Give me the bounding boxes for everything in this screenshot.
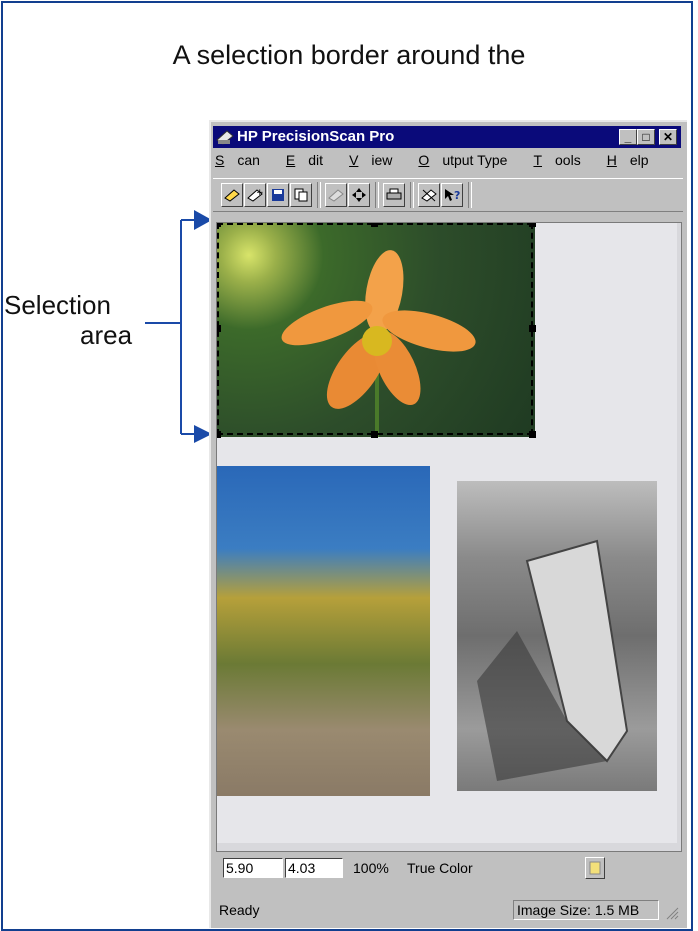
scanner-app-icon [216, 130, 234, 145]
print-button[interactable] [383, 183, 405, 207]
copy-button[interactable] [290, 183, 312, 207]
toolbar-separator [375, 182, 379, 208]
zoom-level: 100% [353, 860, 389, 876]
menu-output-type[interactable]: Output Type [418, 152, 520, 172]
tools-button[interactable] [418, 183, 440, 207]
scan-button[interactable] [221, 183, 243, 207]
selection-marquee[interactable] [217, 223, 533, 435]
title-bar[interactable]: HP PrecisionScan Pro _ □ ✕ [213, 126, 681, 148]
width-field[interactable]: 5.90 [223, 858, 283, 878]
photo-trees [217, 466, 430, 796]
resize-handle-right[interactable] [529, 325, 536, 332]
menu-view[interactable]: View [349, 152, 405, 172]
add-scan-icon: + [247, 188, 263, 202]
save-icon [272, 189, 284, 201]
toolbar-separator [410, 182, 414, 208]
add-scan-button[interactable]: + [244, 183, 266, 207]
info-button[interactable] [585, 857, 605, 879]
svg-text:+: + [256, 188, 263, 198]
status-text: Ready [219, 902, 260, 918]
resize-handle-left[interactable] [217, 325, 221, 332]
resize-grip-icon[interactable] [665, 906, 679, 920]
print-preview-button[interactable] [325, 183, 347, 207]
preview-canvas[interactable] [216, 222, 682, 852]
help-pointer-button[interactable]: ? [441, 183, 463, 207]
window-title: HP PrecisionScan Pro [237, 128, 395, 145]
save-button[interactable] [267, 183, 289, 207]
resize-handle-bottom[interactable] [371, 431, 378, 438]
status-bar: Ready Image Size: 1.5 MB [213, 898, 683, 924]
menu-bar: Scan Edit View Output Type Tools Help [215, 152, 675, 172]
menu-help[interactable]: Help [607, 152, 662, 172]
boat-shape [477, 539, 629, 781]
resize-handle-top-left[interactable] [217, 223, 221, 227]
tools-icon [421, 189, 437, 202]
close-button[interactable]: ✕ [659, 129, 677, 145]
app-window: HP PrecisionScan Pro _ □ ✕ Scan Edit Vie… [209, 120, 687, 928]
photo-boat [457, 481, 657, 791]
printer-icon [386, 188, 402, 200]
menu-edit[interactable]: Edit [286, 152, 336, 172]
height-field[interactable]: 4.03 [285, 858, 343, 878]
print-preview-icon [328, 189, 344, 202]
toolbar: + ? [213, 178, 683, 212]
resize-handle-bottom-left[interactable] [217, 431, 221, 438]
resize-handle-top-right[interactable] [529, 223, 536, 227]
resize-handle-top[interactable] [371, 223, 378, 227]
copy-icon [294, 188, 308, 202]
dimension-row: 5.90 4.03 100% True Color [213, 856, 683, 882]
svg-text:?: ? [454, 189, 460, 202]
move-icon [352, 188, 366, 202]
resize-handle-bottom-right[interactable] [529, 431, 536, 438]
move-button[interactable] [348, 183, 370, 207]
help-pointer-icon: ? [445, 189, 460, 202]
toolbar-separator [468, 182, 472, 208]
image-size-panel: Image Size: 1.5 MB [513, 900, 659, 920]
menu-tools[interactable]: Tools [533, 152, 593, 172]
output-mode: True Color [407, 860, 473, 876]
minimize-button[interactable]: _ [619, 129, 637, 145]
maximize-button[interactable]: □ [637, 129, 655, 145]
info-icon [589, 861, 601, 875]
menu-scan[interactable]: Scan [215, 152, 273, 172]
scan-icon [224, 189, 240, 202]
toolbar-separator [317, 182, 321, 208]
